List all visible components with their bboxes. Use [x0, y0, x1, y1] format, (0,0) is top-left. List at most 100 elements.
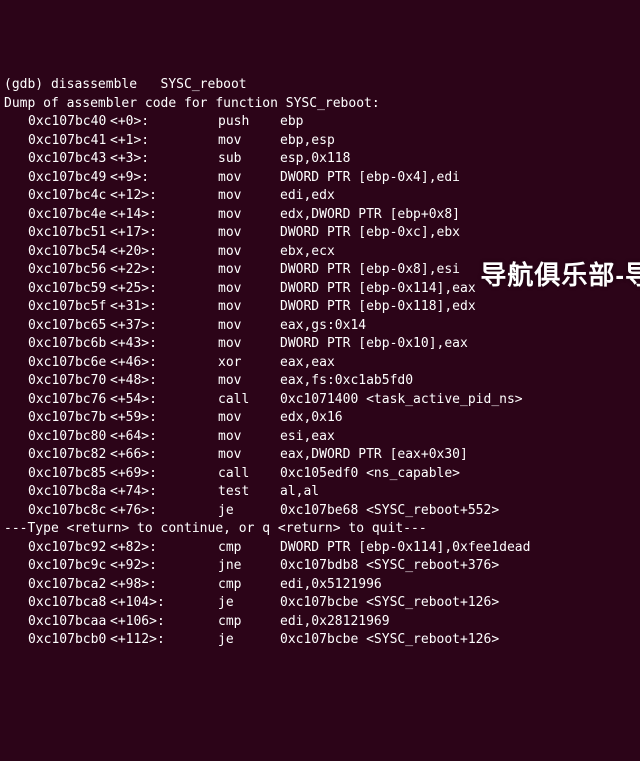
asm-line: 0xc107bc6e <+46>:xoreax,eax [4, 354, 636, 373]
asm-line: 0xc107bc51 <+17>:movDWORD PTR [ebp-0xc],… [4, 224, 636, 243]
asm-mnemonic: mov [218, 446, 280, 465]
asm-line: 0xc107bc85 <+69>:call0xc105edf0 <ns_capa… [4, 465, 636, 484]
asm-args: eax,gs:0x14 [280, 317, 366, 336]
asm-offset: <+0>: [110, 113, 218, 132]
asm-args: DWORD PTR [ebp-0x10],eax [280, 335, 468, 354]
asm-line: 0xc107bc54 <+20>:movebx,ecx [4, 243, 636, 262]
asm-line: 0xc107bcaa <+106>:cmpedi,0x28121969 [4, 613, 636, 632]
asm-address: 0xc107bcaa [28, 613, 110, 632]
asm-mnemonic: mov [218, 224, 280, 243]
asm-address: 0xc107bcb0 [28, 631, 110, 650]
asm-offset: <+98>: [110, 576, 218, 595]
asm-address: 0xc107bc6e [28, 354, 110, 373]
asm-args: ebp [280, 113, 303, 132]
dump-header: Dump of assembler code for function SYSC… [4, 95, 636, 114]
gdb-prompt-line: (gdb) disassemble SYSC_reboot [4, 76, 636, 95]
asm-offset: <+69>: [110, 465, 218, 484]
asm-line: 0xc107bc82 <+66>:moveax,DWORD PTR [eax+0… [4, 446, 636, 465]
asm-address: 0xc107bc8c [28, 502, 110, 521]
asm-mnemonic: xor [218, 354, 280, 373]
asm-mnemonic: mov [218, 261, 280, 280]
asm-line: 0xc107bc6b <+43>:movDWORD PTR [ebp-0x10]… [4, 335, 636, 354]
asm-line: 0xc107bc56 <+22>:movDWORD PTR [ebp-0x8],… [4, 261, 636, 280]
asm-line: 0xc107bc49 <+9>:movDWORD PTR [ebp-0x4],e… [4, 169, 636, 188]
asm-line: 0xc107bca2 <+98>:cmpedi,0x5121996 [4, 576, 636, 595]
asm-line: 0xc107bc59 <+25>:movDWORD PTR [ebp-0x114… [4, 280, 636, 299]
asm-offset: <+64>: [110, 428, 218, 447]
asm-offset: <+59>: [110, 409, 218, 428]
asm-mnemonic: mov [218, 298, 280, 317]
asm-args: DWORD PTR [ebp-0x114],eax [280, 280, 476, 299]
asm-offset: <+20>: [110, 243, 218, 262]
asm-address: 0xc107bc6b [28, 335, 110, 354]
asm-offset: <+17>: [110, 224, 218, 243]
asm-mnemonic: je [218, 594, 280, 613]
asm-line: 0xc107bc40 <+0>:pushebp [4, 113, 636, 132]
asm-mnemonic: mov [218, 372, 280, 391]
asm-line: 0xc107bc80 <+64>:movesi,eax [4, 428, 636, 447]
asm-address: 0xc107bc56 [28, 261, 110, 280]
asm-args: edx,DWORD PTR [ebp+0x8] [280, 206, 460, 225]
asm-mnemonic: mov [218, 428, 280, 447]
asm-offset: <+3>: [110, 150, 218, 169]
asm-args: ebx,ecx [280, 243, 335, 262]
asm-address: 0xc107bca8 [28, 594, 110, 613]
asm-offset: <+46>: [110, 354, 218, 373]
asm-args: edi,0x28121969 [280, 613, 390, 632]
asm-mnemonic: push [218, 113, 280, 132]
terminal-output[interactable]: (gdb) disassemble SYSC_rebootDump of ass… [4, 76, 636, 650]
asm-address: 0xc107bca2 [28, 576, 110, 595]
asm-line: 0xc107bc4e <+14>:movedx,DWORD PTR [ebp+0… [4, 206, 636, 225]
asm-line: 0xc107bc8a <+74>:testal,al [4, 483, 636, 502]
asm-offset: <+25>: [110, 280, 218, 299]
asm-args: 0xc107bdb8 <SYSC_reboot+376> [280, 557, 499, 576]
asm-args: eax,fs:0xc1ab5fd0 [280, 372, 413, 391]
asm-offset: <+76>: [110, 502, 218, 521]
asm-line: 0xc107bc65 <+37>:moveax,gs:0x14 [4, 317, 636, 336]
asm-mnemonic: mov [218, 409, 280, 428]
asm-address: 0xc107bc54 [28, 243, 110, 262]
asm-offset: <+37>: [110, 317, 218, 336]
asm-line: 0xc107bc4c <+12>:movedi,edx [4, 187, 636, 206]
asm-line: 0xc107bc5f <+31>:movDWORD PTR [ebp-0x118… [4, 298, 636, 317]
asm-offset: <+1>: [110, 132, 218, 151]
asm-address: 0xc107bc65 [28, 317, 110, 336]
asm-mnemonic: jne [218, 557, 280, 576]
asm-args: edx,0x16 [280, 409, 343, 428]
asm-mnemonic: cmp [218, 539, 280, 558]
asm-address: 0xc107bc59 [28, 280, 110, 299]
asm-mnemonic: mov [218, 335, 280, 354]
asm-args: DWORD PTR [ebp-0x118],edx [280, 298, 476, 317]
asm-line: 0xc107bc76 <+54>:call0xc1071400 <task_ac… [4, 391, 636, 410]
asm-args: esp,0x118 [280, 150, 350, 169]
asm-address: 0xc107bc9c [28, 557, 110, 576]
asm-offset: <+106>: [110, 613, 218, 632]
asm-line: 0xc107bc7b <+59>:movedx,0x16 [4, 409, 636, 428]
asm-line: 0xc107bc9c <+92>:jne0xc107bdb8 <SYSC_reb… [4, 557, 636, 576]
asm-address: 0xc107bc80 [28, 428, 110, 447]
asm-args: 0xc107bcbe <SYSC_reboot+126> [280, 594, 499, 613]
asm-address: 0xc107bc4c [28, 187, 110, 206]
asm-args: esi,eax [280, 428, 335, 447]
asm-offset: <+82>: [110, 539, 218, 558]
asm-line: 0xc107bc8c <+76>:je0xc107be68 <SYSC_rebo… [4, 502, 636, 521]
asm-offset: <+31>: [110, 298, 218, 317]
asm-line: 0xc107bcb0 <+112>:je0xc107bcbe <SYSC_reb… [4, 631, 636, 650]
asm-args: edi,edx [280, 187, 335, 206]
asm-args: 0xc1071400 <task_active_pid_ns> [280, 391, 523, 410]
asm-address: 0xc107bc85 [28, 465, 110, 484]
asm-mnemonic: cmp [218, 613, 280, 632]
asm-mnemonic: mov [218, 280, 280, 299]
asm-offset: <+92>: [110, 557, 218, 576]
asm-mnemonic: mov [218, 243, 280, 262]
asm-args: DWORD PTR [ebp-0xc],ebx [280, 224, 460, 243]
asm-args: 0xc105edf0 <ns_capable> [280, 465, 460, 484]
asm-address: 0xc107bc51 [28, 224, 110, 243]
asm-mnemonic: sub [218, 150, 280, 169]
asm-line: 0xc107bc43 <+3>:subesp,0x118 [4, 150, 636, 169]
asm-args: DWORD PTR [ebp-0x4],edi [280, 169, 460, 188]
asm-args: DWORD PTR [ebp-0x8],esi [280, 261, 460, 280]
asm-address: 0xc107bc49 [28, 169, 110, 188]
asm-address: 0xc107bc7b [28, 409, 110, 428]
asm-offset: <+14>: [110, 206, 218, 225]
